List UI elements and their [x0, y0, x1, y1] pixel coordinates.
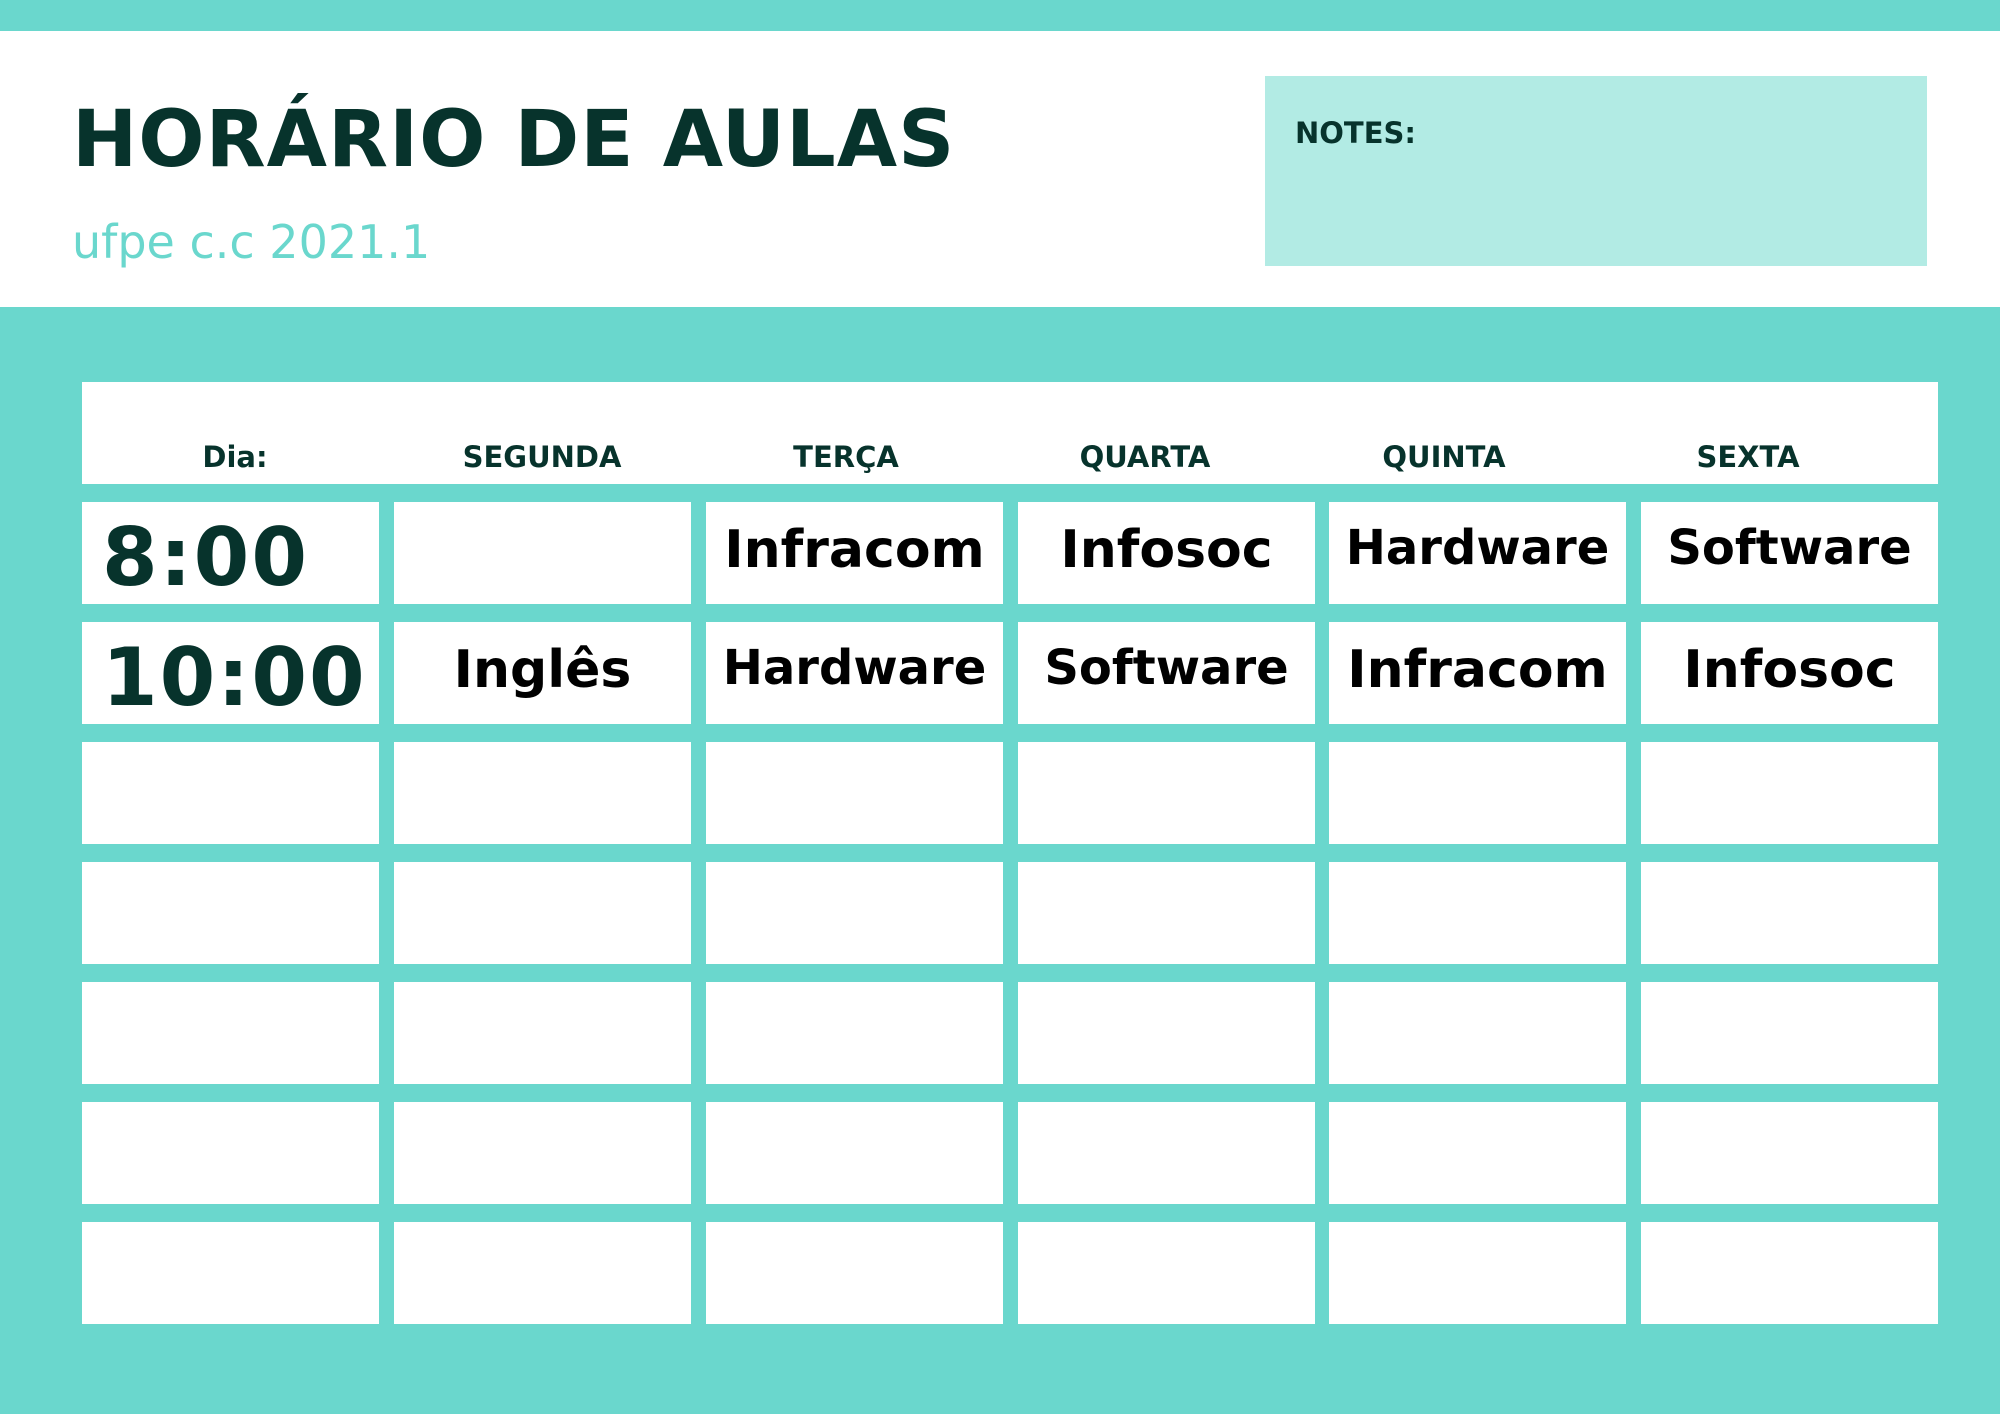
schedule-cell[interactable]: Infosoc [1641, 622, 1938, 724]
schedule-cell[interactable] [1641, 742, 1938, 844]
column-header-segunda: SEGUNDA [462, 440, 622, 474]
schedule-cell[interactable]: Infracom [706, 502, 1003, 604]
column-header-dia: Dia: [202, 440, 268, 474]
time-cell[interactable]: 8:00 [82, 502, 379, 604]
course-name: Infosoc [1060, 520, 1273, 580]
schedule-cell[interactable] [1641, 1102, 1938, 1204]
course-name: Hardware [722, 640, 987, 696]
schedule-cell[interactable]: Hardware [706, 622, 1003, 724]
time-cell[interactable] [82, 862, 379, 964]
time-label: 8:00 [102, 511, 309, 604]
schedule-cell[interactable]: Hardware [1329, 502, 1626, 604]
schedule-cell[interactable] [394, 1102, 691, 1204]
schedule-cell[interactable]: Software [1641, 502, 1938, 604]
schedule-cell[interactable] [1018, 1102, 1315, 1204]
time-cell[interactable]: 10:00 [82, 622, 379, 724]
course-name: Infracom [1347, 640, 1608, 700]
course-name: Hardware [1345, 520, 1610, 576]
schedule-cell[interactable] [394, 1222, 691, 1324]
schedule-cell[interactable] [1018, 862, 1315, 964]
schedule-cell[interactable] [394, 502, 691, 604]
schedule-cell[interactable]: Inglês [394, 622, 691, 724]
schedule-cell[interactable]: Software [1018, 622, 1315, 724]
time-cell[interactable] [82, 1102, 379, 1204]
column-header-quinta: QUINTA [1382, 440, 1506, 474]
schedule-cell[interactable] [1641, 1222, 1938, 1324]
course-name: Infracom [724, 520, 985, 580]
schedule-cell[interactable] [1329, 742, 1626, 844]
course-name: Infosoc [1683, 640, 1896, 700]
schedule-cell[interactable] [1329, 1222, 1626, 1324]
schedule-cell[interactable] [1018, 742, 1315, 844]
course-name: Inglês [453, 640, 632, 700]
schedule-cell[interactable] [1018, 982, 1315, 1084]
schedule-cell[interactable]: Infosoc [1018, 502, 1315, 604]
course-name: Software [1667, 520, 1912, 576]
schedule-cell[interactable] [706, 1102, 1003, 1204]
schedule-cell[interactable] [1329, 1102, 1626, 1204]
schedule-cell[interactable] [1329, 982, 1626, 1084]
schedule-table: Dia: SEGUNDA TERÇA QUARTA QUINTA SEXTA 8… [0, 0, 2000, 1414]
time-cell[interactable] [82, 1222, 379, 1324]
time-cell[interactable] [82, 982, 379, 1084]
schedule-cell[interactable] [1641, 862, 1938, 964]
column-header-sexta: SEXTA [1696, 440, 1800, 474]
column-header-quarta: QUARTA [1079, 440, 1211, 474]
schedule-cell[interactable] [1641, 982, 1938, 1084]
schedule-cell[interactable] [706, 982, 1003, 1084]
time-label: 10:00 [102, 631, 367, 724]
schedule-cell[interactable] [1018, 1222, 1315, 1324]
time-cell[interactable] [82, 742, 379, 844]
column-header-terca: TERÇA [793, 440, 899, 474]
schedule-cell[interactable] [394, 982, 691, 1084]
schedule-cell[interactable] [394, 862, 691, 964]
schedule-cell[interactable] [706, 742, 1003, 844]
schedule-cell[interactable] [706, 862, 1003, 964]
schedule-cell[interactable] [394, 742, 691, 844]
schedule-cell[interactable]: Infracom [1329, 622, 1626, 724]
schedule-cell[interactable] [706, 1222, 1003, 1324]
table-header-row: Dia: SEGUNDA TERÇA QUARTA QUINTA SEXTA [82, 382, 1938, 484]
course-name: Software [1044, 640, 1289, 696]
schedule-cell[interactable] [1329, 862, 1626, 964]
